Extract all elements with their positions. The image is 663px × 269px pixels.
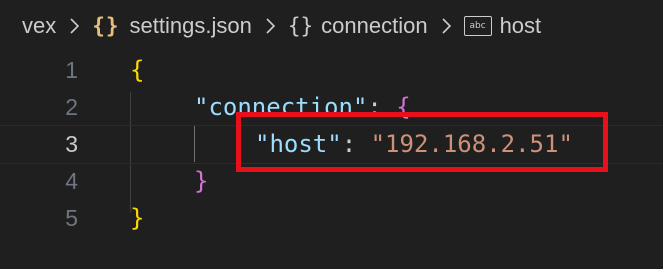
breadcrumb-item-settings-json[interactable]: settings.json <box>130 13 252 39</box>
line-number: 4 <box>65 168 78 194</box>
line-number: 2 <box>65 94 78 120</box>
chevron-right-icon <box>436 15 458 37</box>
line-number: 5 <box>65 205 78 231</box>
breadcrumb-item-host[interactable]: host <box>500 13 542 39</box>
breadcrumb-item-connection[interactable]: connection <box>321 13 427 39</box>
line-number: 1 <box>65 57 78 83</box>
line-number: 3 <box>65 131 78 157</box>
brace-close: } <box>194 167 209 195</box>
code-line[interactable]: 1 { <box>0 52 663 89</box>
chevron-right-icon <box>260 15 282 37</box>
breadcrumb-item-vex[interactable]: vex <box>22 13 56 39</box>
brace-open: { <box>130 56 145 84</box>
code-line[interactable]: 5 } <box>0 200 663 237</box>
string-abc-icon: abc <box>463 16 492 36</box>
code-text: } <box>194 163 208 200</box>
object-braces-icon: {} <box>287 14 314 38</box>
json-braces-icon: {} <box>92 14 120 38</box>
code-text: { <box>130 52 144 89</box>
code-text: } <box>130 200 144 237</box>
chevron-right-icon <box>64 15 86 37</box>
breadcrumb: vex {} settings.json {} connection abc h… <box>0 0 663 52</box>
highlight-annotation-box <box>236 112 608 172</box>
brace-close: } <box>130 204 145 232</box>
